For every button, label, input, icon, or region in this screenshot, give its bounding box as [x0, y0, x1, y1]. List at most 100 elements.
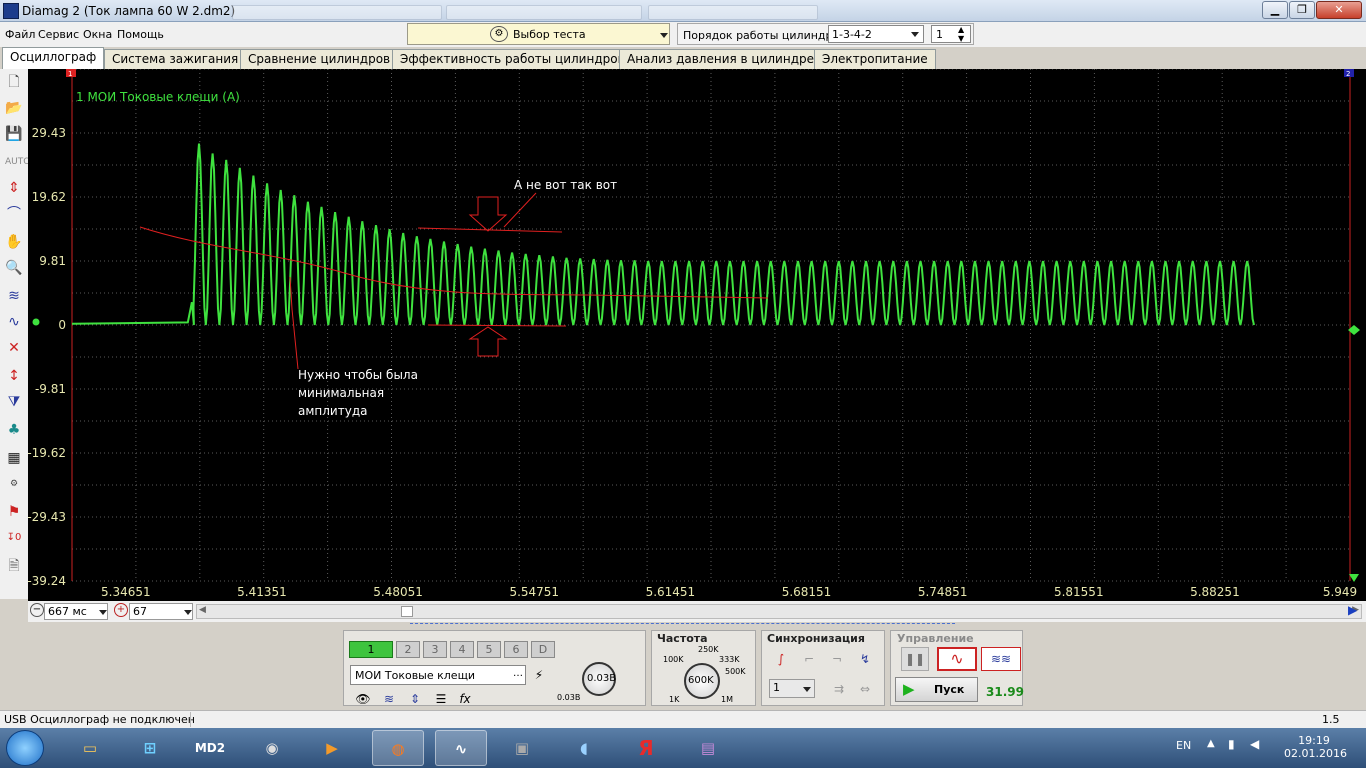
filter-icon[interactable]: ⧩: [5, 393, 23, 411]
tray-arrow-icon[interactable]: ▲: [1207, 738, 1215, 749]
file-explorer-icon[interactable]: ▭: [64, 730, 116, 766]
menu-file[interactable]: Файл: [5, 28, 35, 41]
spinner-arrows-icon[interactable]: ▲ ▼: [958, 25, 964, 43]
menu-windows[interactable]: Окна: [83, 28, 112, 41]
md2-app-icon[interactable]: MD2: [184, 730, 236, 766]
dvd-icon[interactable]: ◉: [246, 730, 298, 766]
speaker-icon[interactable]: ◖: [558, 730, 610, 766]
oscilloscope-app-icon[interactable]: ⊞: [124, 730, 176, 766]
zoom-in-icon[interactable]: +: [114, 603, 128, 617]
continuous-button[interactable]: ≋≋: [981, 647, 1021, 671]
magnifier-icon[interactable]: 🔍: [5, 259, 23, 277]
close-button[interactable]: ✕: [1316, 1, 1362, 19]
zoom-vertical-icon[interactable]: ⇕: [5, 179, 23, 197]
clock[interactable]: 19:19 02.01.2016: [1284, 734, 1347, 760]
firefox-icon[interactable]: ◍: [372, 730, 424, 766]
pause-button[interactable]: ❚❚: [901, 647, 929, 671]
zero-offset-icon[interactable]: ↧0: [5, 529, 23, 547]
trigger-down-icon[interactable]: ¬: [826, 649, 848, 669]
test-select-dropdown[interactable]: ⚙ Выбор теста: [407, 23, 670, 45]
background-window-tab[interactable]: [446, 5, 642, 20]
sine-overlay-icon[interactable]: ∿: [5, 313, 23, 331]
network-icon[interactable]: ▮: [1228, 737, 1235, 751]
scroll-left-icon[interactable]: ◀: [199, 605, 206, 615]
cylinder-order-select[interactable]: 1-3-4-2: [828, 25, 924, 43]
channel-button-D[interactable]: D: [531, 641, 555, 658]
tab-5[interactable]: Электропитание: [814, 49, 936, 69]
wave-filter-icon[interactable]: ≋: [378, 689, 400, 709]
device-icon[interactable]: ▣: [496, 730, 548, 766]
volts-knob[interactable]: 0.03В: [582, 662, 616, 696]
waveform-chart[interactable]: 29.43 19.62 9.81 0 -9.81 -19.62 -29.43 -39.24 5…: [28, 69, 1366, 601]
background-window-tab[interactable]: [648, 5, 818, 20]
hand-icon[interactable]: ✋: [5, 233, 23, 251]
sensor-select[interactable]: МОИ Токовые клещи …: [350, 665, 526, 685]
timebase-row: − 667 мс + 67 ◀ ▶ ▶: [28, 601, 1366, 622]
tab-4[interactable]: Анализ давления в цилиндре: [619, 49, 822, 69]
menu-service[interactable]: Сервис: [38, 28, 79, 41]
flag-icon[interactable]: ⚑: [5, 503, 23, 521]
eye-icon[interactable]: 👁: [352, 689, 374, 709]
timebase-select[interactable]: 667 мс: [44, 603, 108, 620]
minimize-button[interactable]: ▁: [1262, 1, 1288, 19]
cross-wave-icon[interactable]: ✕: [5, 339, 23, 357]
wave-arch-icon[interactable]: ⌒: [5, 205, 23, 223]
channel-button-6[interactable]: 6: [504, 641, 528, 658]
channel-button-5[interactable]: 5: [477, 641, 501, 658]
diamag-active-icon[interactable]: ∿: [435, 730, 487, 766]
vertical-scale-icon[interactable]: ⇕: [404, 689, 426, 709]
chevron-down-icon: [660, 33, 668, 38]
channel-button-3[interactable]: 3: [423, 641, 447, 658]
single-shot-button[interactable]: ∿: [937, 647, 977, 671]
start-button[interactable]: ▶ Пуск: [895, 677, 978, 702]
channel-button-4[interactable]: 4: [450, 641, 474, 658]
zoom-out-icon[interactable]: −: [30, 603, 44, 617]
grid-icon[interactable]: ▦: [5, 449, 23, 467]
probe-settings-icon[interactable]: ⚡: [528, 665, 550, 685]
tab-3[interactable]: Эффективность работы цилиндров: [392, 49, 633, 69]
sync-level-icon[interactable]: ⇉: [828, 679, 850, 699]
tab-1[interactable]: Система зажигания: [104, 49, 247, 69]
sync-arrows-icon[interactable]: ⇔: [854, 679, 876, 699]
channel-button-2[interactable]: 2: [396, 641, 420, 658]
oscilloscope-plot[interactable]: 29.43 19.62 9.81 0 -9.81 -19.62 -29.43 -39.24 5…: [28, 69, 1366, 601]
trigger-up-icon[interactable]: ⌐: [798, 649, 820, 669]
tab-2[interactable]: Сравнение цилиндров: [240, 49, 399, 69]
menu-help[interactable]: Помощь: [117, 28, 164, 41]
yandex-icon[interactable]: Я: [620, 730, 672, 766]
align-icon[interactable]: ↕: [5, 367, 23, 385]
archive-icon[interactable]: ▤: [682, 730, 734, 766]
frequency-knob[interactable]: 600K: [684, 663, 720, 699]
horizontal-scrollbar[interactable]: ◀ ▶: [196, 604, 1362, 619]
channel-button-1[interactable]: 1: [349, 641, 393, 658]
background-window-tab[interactable]: [232, 5, 442, 20]
tab-0[interactable]: Осциллограф: [2, 47, 105, 69]
x-tick-label: 5.34651: [101, 585, 151, 599]
splitter[interactable]: [410, 623, 955, 625]
maximize-button[interactable]: ❐: [1289, 1, 1315, 19]
play-forward-icon[interactable]: ▶: [1348, 603, 1357, 617]
lines-icon[interactable]: ☰: [430, 689, 452, 709]
new-file-icon[interactable]: 🗋: [5, 73, 23, 91]
sync-channel-select[interactable]: 1: [769, 679, 815, 698]
scrollbar-thumb[interactable]: [401, 606, 413, 617]
open-folder-icon[interactable]: 📂: [5, 99, 23, 117]
zero-level-marker[interactable]: [32, 318, 40, 326]
tree-icon[interactable]: ♣: [5, 421, 23, 439]
auto-gear-icon[interactable]: ⚙: [5, 475, 23, 493]
more-icon[interactable]: …: [513, 668, 523, 679]
sync-title: Синхронизация: [767, 632, 865, 645]
start-menu-icon[interactable]: [6, 730, 44, 766]
volume-icon[interactable]: ◀: [1250, 737, 1259, 751]
function-icon[interactable]: fx: [454, 689, 476, 709]
trigger-auto-icon[interactable]: ↯: [854, 649, 876, 669]
media-player-icon[interactable]: ▶: [306, 730, 358, 766]
document-icon[interactable]: 🗎: [5, 557, 23, 575]
save-icon[interactable]: 💾: [5, 125, 23, 143]
auto-icon[interactable]: AUTO: [5, 153, 30, 171]
language-indicator[interactable]: EN: [1176, 739, 1191, 752]
trigger-rising-icon[interactable]: ∫: [770, 649, 792, 669]
waveform-icon[interactable]: ≋: [5, 287, 23, 305]
cylinder-number-spinner[interactable]: 1 ▲ ▼: [931, 25, 971, 43]
value-select[interactable]: 67: [129, 603, 193, 620]
